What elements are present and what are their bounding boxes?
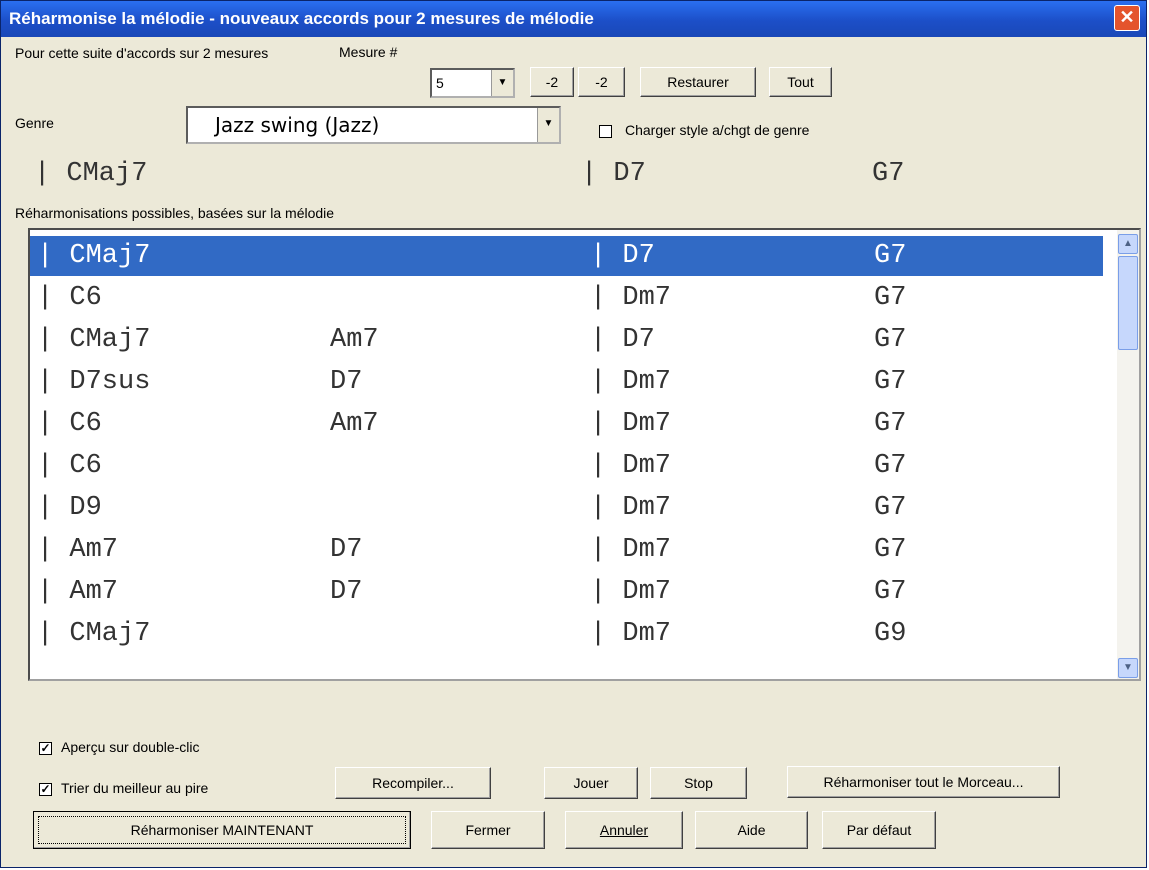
suite-label: Pour cette suite d'accords sur 2 mesures — [15, 45, 269, 61]
chord-cell: G7 — [874, 367, 907, 397]
list-item[interactable]: | Am7 D7 | Dm7 G7 — [30, 572, 1103, 612]
close-button[interactable]: ✕ — [1114, 5, 1140, 31]
chord-cell: G7 — [874, 283, 907, 313]
chord-cell: | CMaj7 — [37, 241, 151, 271]
genre-label: Genre — [15, 115, 54, 131]
window-title: Réharmonise la mélodie - nouveaux accord… — [9, 9, 594, 28]
chord-cell: | Dm7 — [590, 619, 672, 649]
scroll-down-icon[interactable]: ▼ — [1118, 658, 1138, 678]
list-item[interactable]: | CMaj7 Am7 | D7 G7 — [30, 320, 1103, 360]
charger-label: Charger style a/chgt de genre — [625, 122, 810, 138]
current-chord-bar2: | D7 — [581, 159, 646, 189]
chord-cell: | Dm7 — [590, 493, 672, 523]
fermer-button[interactable]: Fermer — [431, 811, 545, 849]
mesure-value: 5 — [436, 75, 444, 91]
title-bar[interactable]: Réharmonise la mélodie - nouveaux accord… — [1, 1, 1146, 37]
genre-select[interactable]: Jazz swing (Jazz) ▼ — [186, 106, 561, 144]
reharm-tout-button[interactable]: Réharmoniser tout le Morceau... — [787, 766, 1060, 798]
chord-cell: | D7 — [590, 241, 655, 271]
reharmonize-dialog: Réharmonise la mélodie - nouveaux accord… — [0, 0, 1147, 868]
chord-cell: | C6 — [37, 409, 102, 439]
chord-cell: G7 — [874, 409, 907, 439]
chord-cell: | Dm7 — [590, 577, 672, 607]
stop-button[interactable]: Stop — [650, 767, 747, 799]
minus2-button-b[interactable]: -2 — [578, 67, 625, 97]
chord-cell: D7 — [330, 535, 363, 565]
list-item[interactable]: | C6 Am7 | Dm7 G7 — [30, 404, 1103, 444]
tout-button[interactable]: Tout — [769, 67, 832, 97]
chord-cell: G7 — [874, 535, 907, 565]
chevron-down-icon[interactable]: ▼ — [537, 108, 559, 142]
genre-value: Jazz swing (Jazz) — [215, 113, 380, 137]
possible-label: Réharmonisations possibles, basées sur l… — [15, 205, 335, 221]
chord-cell: | C6 — [37, 451, 102, 481]
chord-cell: | C6 — [37, 283, 102, 313]
minus2-button-a[interactable]: -2 — [530, 67, 574, 97]
apercu-checkbox[interactable]: ✓ — [39, 742, 52, 755]
par-defaut-button[interactable]: Par défaut — [822, 811, 936, 849]
chevron-down-icon[interactable]: ▼ — [491, 70, 513, 96]
current-chord-bar1: | CMaj7 — [34, 159, 148, 189]
chord-cell: G9 — [874, 619, 907, 649]
list-item[interactable]: | D9 | Dm7 G7 — [30, 488, 1103, 528]
restaurer-button[interactable]: Restaurer — [640, 67, 756, 97]
aide-button[interactable]: Aide — [695, 811, 808, 849]
reharm-maintenant-button[interactable]: Réharmoniser MAINTENANT — [33, 811, 411, 849]
annuler-button[interactable]: Annuler — [565, 811, 683, 849]
chord-cell: | Am7 — [37, 535, 119, 565]
scroll-up-icon[interactable]: ▲ — [1118, 234, 1138, 254]
chord-cell: D7 — [330, 367, 363, 397]
current-chord-bar2b: G7 — [872, 159, 905, 189]
vertical-scrollbar[interactable]: ▲ ▼ — [1117, 230, 1139, 679]
chord-cell: | Dm7 — [590, 451, 672, 481]
chord-cell: | Dm7 — [590, 535, 672, 565]
annuler-label: Annuler — [599, 822, 649, 838]
jouer-button[interactable]: Jouer — [544, 767, 638, 799]
recompiler-button[interactable]: Recompiler... — [335, 767, 491, 799]
chord-cell: Am7 — [330, 325, 379, 355]
focus-rect — [38, 816, 406, 844]
mesure-label: Mesure # — [339, 44, 398, 60]
chord-cell: | Dm7 — [590, 409, 672, 439]
chord-cell: D7 — [330, 577, 363, 607]
chord-cell: | D7 — [590, 325, 655, 355]
chord-cell: | D9 — [37, 493, 102, 523]
list-item[interactable]: | C6 | Dm7 G7 — [30, 278, 1103, 318]
chord-cell: | Dm7 — [590, 283, 672, 313]
charger-checkbox[interactable] — [599, 125, 612, 138]
chord-cell: Am7 — [330, 409, 379, 439]
mesure-select[interactable]: 5 ▼ — [430, 68, 515, 98]
list-item[interactable]: | CMaj7 | Dm7 G9 — [30, 614, 1103, 654]
chord-cell: G7 — [874, 451, 907, 481]
chord-cell: G7 — [874, 493, 907, 523]
list-item[interactable]: | Am7 D7 | Dm7 G7 — [30, 530, 1103, 570]
chord-cell: | Dm7 — [590, 367, 672, 397]
chord-cell: | CMaj7 — [37, 325, 151, 355]
list-item[interactable]: | C6 | Dm7 G7 — [30, 446, 1103, 486]
list-item[interactable]: | CMaj7 | D7 G7 — [30, 236, 1103, 276]
chord-cell: | CMaj7 — [37, 619, 151, 649]
trier-label: Trier du meilleur au pire — [61, 780, 209, 796]
chord-cell: | D7sus — [37, 367, 151, 397]
reharmonization-list[interactable]: | CMaj7 | D7 G7 | C6 | Dm7 G7 | CMaj7 Am7 | D7 G7… — [28, 228, 1141, 681]
chord-cell: | Am7 — [37, 577, 119, 607]
trier-checkbox[interactable]: ✓ — [39, 783, 52, 796]
scroll-thumb[interactable] — [1118, 256, 1138, 350]
apercu-label: Aperçu sur double-clic — [61, 739, 200, 755]
list-item[interactable]: | D7sus D7 | Dm7 G7 — [30, 362, 1103, 402]
chord-cell: G7 — [874, 325, 907, 355]
chord-cell: G7 — [874, 241, 907, 271]
chord-cell: G7 — [874, 577, 907, 607]
